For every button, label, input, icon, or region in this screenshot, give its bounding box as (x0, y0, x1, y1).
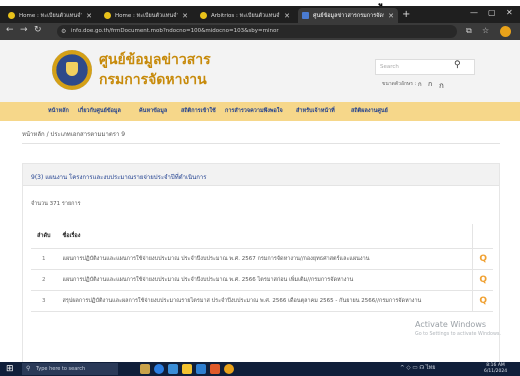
table-row: 2 แผนการปฏิบัติงานและแผนการใช้จ่ายงบประม… (31, 269, 493, 291)
activate-windows-watermark: Activate Windows (415, 320, 487, 329)
menu-item-survey[interactable]: การสำรวจความพึงพอใจ (225, 107, 283, 115)
menu-item-staff[interactable]: สำหรับเจ้าหน้าที่ (296, 107, 335, 115)
font-size-medium-button[interactable]: ก (428, 79, 432, 90)
column-header-title: ชื่อเรื่อง (56, 224, 473, 249)
magnifier-icon[interactable]: Q (479, 254, 487, 264)
view-button[interactable]: Q (472, 290, 493, 312)
taskbar-edge-icon[interactable] (154, 364, 164, 374)
column-header-number: ลำดับ (31, 224, 57, 249)
view-button[interactable]: Q (472, 269, 493, 291)
browser-tab-bar: Home : ทะเบียนตัวแทนจำหน่าย ✕ Home : ทะเ… (0, 6, 520, 23)
bookmark-star-icon[interactable]: ☆ (482, 26, 489, 35)
window-close-icon[interactable]: ✕ (506, 8, 513, 17)
close-icon[interactable]: ✕ (388, 12, 394, 20)
tab-favicon-icon (302, 12, 309, 19)
taskbar-mail-icon[interactable] (196, 364, 206, 374)
documents-table: ลำดับ ชื่อเรื่อง 1 แผนการปฏิบัติงานและแผ… (31, 224, 493, 312)
table-row: 3 สรุปผลการปฏิบัติงานและผลการใช้จ่ายงบปร… (31, 290, 493, 312)
taskbar-explorer-icon[interactable] (182, 364, 192, 374)
tab-label: Home : ทะเบียนตัวแทนจำหน่าย (19, 12, 83, 19)
taskbar-search-placeholder: Type here to search (36, 366, 86, 372)
record-count: จำนวน 371 รายการ (31, 201, 81, 207)
column-header-action (472, 224, 493, 249)
breadcrumb[interactable]: หน้าหลัก / ประเภทเอกสารตามมาตรา 9 (22, 129, 125, 139)
font-size-small-button[interactable]: ก (418, 79, 422, 89)
taskbar-search-input[interactable]: ⚲ Type here to search (22, 363, 118, 375)
site-header: ศูนย์ข้อมูลข่าวสาร กรมการจัดหางาน Search… (0, 40, 520, 102)
taskbar-office-icon[interactable] (210, 364, 220, 374)
taskbar-clock[interactable]: 8:16 AM 6/11/2024 (484, 363, 507, 375)
windows-start-icon[interactable]: ⊞ (6, 364, 14, 374)
tab-label: ศูนย์ข้อมูลข่าวสารกรมการจัดหางาน (313, 12, 384, 19)
menu-item-home[interactable]: หน้าหลัก (48, 107, 69, 115)
url-text: info.doe.go.th/frmDocument.mob?ndocno=10… (71, 28, 279, 34)
clock-date: 6/11/2024 (484, 369, 508, 374)
row-title[interactable]: แผนการปฏิบัติงานและแผนการใช้จ่ายงบประมาณ… (56, 248, 473, 270)
table-header-row: ลำดับ ชื่อเรื่อง (31, 224, 493, 249)
url-bar[interactable]: ⚙ info.doe.go.th/frmDocument.mob?ndocno=… (57, 25, 457, 38)
main-menu: หน้าหลัก เกี่ยวกับศูนย์ข้อมูล ค้นหาข้อมู… (0, 102, 520, 121)
address-toolbar: ← → ↻ ⚙ info.doe.go.th/frmDocument.mob?n… (0, 23, 520, 40)
close-icon[interactable]: ✕ (182, 12, 188, 20)
profile-avatar[interactable] (500, 26, 511, 37)
menu-item-stats[interactable]: สถิติการเข้าใช้ (181, 107, 216, 115)
menu-item-about[interactable]: เกี่ยวกับศูนย์ข้อมูล (78, 107, 121, 115)
table-row: 1 แผนการปฏิบัติงานและแผนการใช้จ่ายงบประม… (31, 248, 493, 270)
row-title[interactable]: สรุปผลการปฏิบัติงานและผลการใช้จ่ายงบประม… (56, 290, 473, 312)
search-icon: ⚲ (26, 365, 31, 372)
browser-tab-active[interactable]: ศูนย์ข้อมูลข่าวสารกรมการจัดหางาน ✕ (298, 8, 398, 23)
close-icon[interactable]: ✕ (284, 12, 290, 20)
browser-tab-2[interactable]: Home : ทะเบียนตัวแทนจำหน่าย ✕ (100, 8, 192, 23)
windows-taskbar: ⊞ ⚲ Type here to search ^ ◇ ▭ ☊ ไทย 8:16… (0, 362, 520, 376)
close-icon[interactable]: ✕ (86, 12, 92, 20)
view-button[interactable]: Q (472, 248, 493, 270)
site-title-line1: ศูนย์ข้อมูลข่าวสาร (99, 52, 211, 68)
panel-header: 9(3) แผนงาน โครงการและงบประมาณรายจ่ายประ… (23, 164, 499, 186)
row-number: 2 (31, 269, 57, 291)
minimize-icon[interactable]: — (470, 8, 478, 17)
font-size-large-button[interactable]: ก (439, 79, 444, 92)
site-info-icon[interactable]: ⚙ (61, 25, 66, 38)
menu-item-performance[interactable]: สถิติผลงานศูนย์ (351, 107, 388, 115)
row-number: 1 (31, 248, 57, 270)
browser-tab-3[interactable]: Arbitrios : ทะเบียนตัวแทนจำหน่าย ✕ (196, 8, 294, 23)
tab-label: Home : ทะเบียนตัวแทนจำหน่าย (115, 12, 179, 19)
system-tray[interactable]: ^ ◇ ▭ ☊ ไทย (400, 364, 436, 372)
taskbar-app-people-icon[interactable] (140, 364, 150, 374)
magnifier-icon[interactable]: Q (479, 275, 487, 285)
row-title[interactable]: แผนการปฏิบัติงานและแผนการใช้จ่ายงบประมาณ… (56, 269, 473, 291)
menu-item-search[interactable]: ค้นหาข้อมูล (139, 107, 167, 115)
back-icon[interactable]: ← (6, 25, 14, 35)
site-title-line2: กรมการจัดหางาน (99, 72, 207, 88)
magnifier-icon[interactable]: Q (479, 296, 487, 306)
maximize-icon[interactable]: ▢ (488, 8, 496, 17)
browser-tab-1[interactable]: Home : ทะเบียนตัวแทนจำหน่าย ✕ (4, 8, 96, 23)
row-number: 3 (31, 290, 57, 312)
tab-favicon-icon (200, 12, 207, 19)
activate-windows-hint: Go to Settings to activate Windows. (415, 332, 501, 337)
tab-label: Arbitrios : ทะเบียนตัวแทนจำหน่าย (211, 12, 281, 19)
taskbar-chrome-icon[interactable] (224, 364, 234, 374)
tab-favicon-icon (104, 12, 111, 19)
department-seal-logo[interactable] (52, 50, 92, 90)
divider (22, 143, 500, 144)
web-page: ศูนย์ข้อมูลข่าวสาร กรมการจัดหางาน Search… (0, 40, 520, 362)
new-tab-icon[interactable]: + (402, 9, 410, 20)
reload-icon[interactable]: ↻ (34, 25, 42, 35)
tab-favicon-icon (8, 12, 15, 19)
taskbar-store-icon[interactable] (168, 364, 178, 374)
search-icon[interactable]: ⚲ (454, 60, 461, 70)
font-size-label: ขนาดตัวอักษร : (382, 81, 417, 87)
extensions-icon[interactable]: ⧉ (466, 26, 472, 36)
panel-title: 9(3) แผนงาน โครงการและงบประมาณรายจ่ายประ… (31, 174, 207, 181)
forward-icon[interactable]: → (20, 25, 28, 35)
